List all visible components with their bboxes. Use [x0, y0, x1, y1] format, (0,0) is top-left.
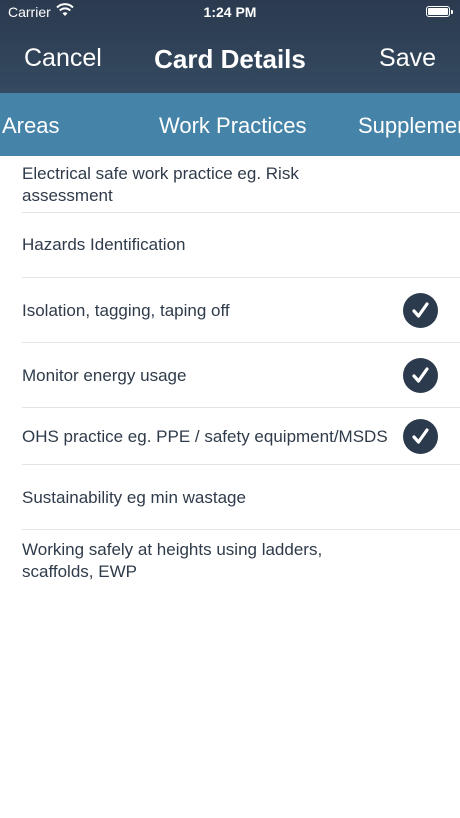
status-bar: Carrier 1:24 PM: [0, 0, 460, 24]
list-item-label: Sustainability eg min wastage: [22, 488, 246, 507]
segment-tab-bar[interactable]: Areas Work Practices Supplemen: [0, 93, 460, 156]
list-item[interactable]: Isolation, tagging, taping off: [22, 278, 460, 343]
checkmark-icon: [403, 419, 438, 454]
list-item-label: Isolation, tagging, taping off: [22, 301, 230, 320]
tab-work-practices[interactable]: Work Practices: [159, 113, 307, 139]
list-item[interactable]: Hazards Identification: [22, 213, 460, 278]
checkmark-icon: [403, 293, 438, 328]
list-item[interactable]: Working safely at heights using ladders,…: [22, 530, 460, 590]
checkmark-icon: [403, 358, 438, 393]
list-item-label: Electrical safe work practice eg. Risk a…: [22, 164, 299, 205]
list-item[interactable]: Sustainability eg min wastage: [22, 465, 460, 530]
list-item-label: Working safely at heights using ladders,…: [22, 540, 323, 581]
list-item-label: Hazards Identification: [22, 235, 186, 254]
work-practice-list: Electrical safe work practice eg. Risk a…: [0, 156, 460, 590]
save-button[interactable]: Save: [379, 44, 436, 73]
list-item-label: OHS practice eg. PPE / safety equipment/…: [22, 427, 388, 446]
list-item-label: Monitor energy usage: [22, 366, 187, 385]
list-item[interactable]: Electrical safe work practice eg. Risk a…: [22, 156, 460, 213]
list-item[interactable]: OHS practice eg. PPE / safety equipment/…: [22, 408, 460, 465]
battery-icon: [426, 6, 453, 17]
navigation-header: Carrier 1:24 PM Cancel Card Details Save: [0, 0, 460, 93]
tab-supplementary[interactable]: Supplemen: [358, 113, 460, 139]
list-item[interactable]: Monitor energy usage: [22, 343, 460, 408]
clock: 1:24 PM: [203, 4, 257, 20]
tab-areas[interactable]: Areas: [2, 113, 59, 139]
